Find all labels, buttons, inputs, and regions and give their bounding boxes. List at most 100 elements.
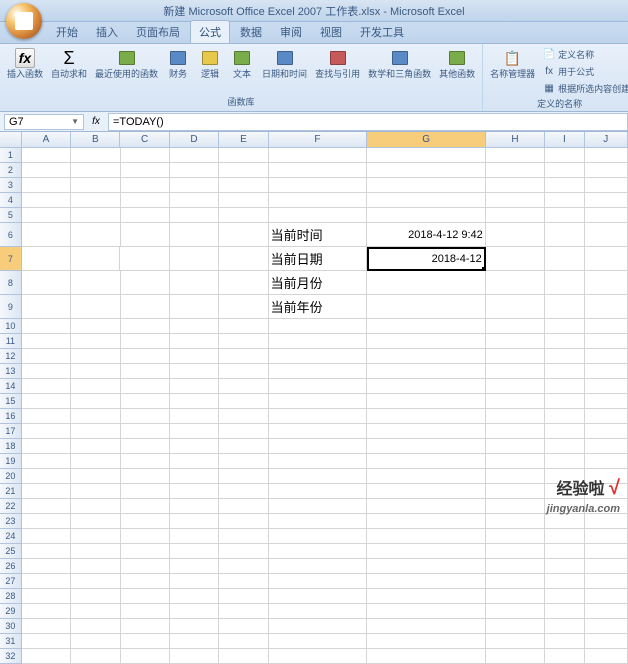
cell-G1[interactable] (367, 148, 485, 163)
cell-A14[interactable] (22, 379, 71, 394)
cell-I10[interactable] (545, 319, 585, 334)
cell-G10[interactable] (367, 319, 485, 334)
cell-A5[interactable] (22, 208, 71, 223)
row-header-24[interactable]: 24 (0, 529, 22, 544)
cell-G18[interactable] (367, 439, 485, 454)
cell-J31[interactable] (585, 634, 628, 649)
cell-A21[interactable] (22, 484, 71, 499)
cell-B20[interactable] (71, 469, 120, 484)
cell-E10[interactable] (219, 319, 268, 334)
cell-B18[interactable] (71, 439, 120, 454)
financial-button[interactable]: 财务 (163, 46, 193, 81)
cell-A25[interactable] (22, 544, 71, 559)
row-header-21[interactable]: 21 (0, 484, 22, 499)
cell-I30[interactable] (545, 619, 585, 634)
cell-H2[interactable] (486, 163, 545, 178)
row-header-17[interactable]: 17 (0, 424, 22, 439)
cell-A8[interactable] (22, 271, 71, 295)
cell-C32[interactable] (121, 649, 170, 664)
cell-D20[interactable] (170, 469, 219, 484)
cell-A16[interactable] (22, 409, 71, 424)
cell-H28[interactable] (486, 589, 545, 604)
tab-dev[interactable]: 开发工具 (352, 21, 412, 43)
cell-J13[interactable] (585, 364, 628, 379)
cell-D27[interactable] (170, 574, 219, 589)
cell-F16[interactable] (269, 409, 368, 424)
tab-layout[interactable]: 页面布局 (128, 21, 188, 43)
cell-B25[interactable] (71, 544, 120, 559)
cell-G32[interactable] (367, 649, 485, 664)
row-header-23[interactable]: 23 (0, 514, 22, 529)
cell-J10[interactable] (585, 319, 628, 334)
cell-B31[interactable] (71, 634, 120, 649)
cell-I5[interactable] (545, 208, 585, 223)
cell-J6[interactable] (585, 223, 628, 247)
cell-C1[interactable] (121, 148, 170, 163)
tab-formulas[interactable]: 公式 (190, 20, 230, 43)
fx-button[interactable]: fx (88, 114, 104, 130)
cell-B19[interactable] (71, 454, 120, 469)
cell-F19[interactable] (269, 454, 368, 469)
cell-B26[interactable] (71, 559, 120, 574)
cell-G30[interactable] (367, 619, 485, 634)
cell-J3[interactable] (585, 178, 628, 193)
cell-E19[interactable] (219, 454, 268, 469)
cell-E30[interactable] (219, 619, 268, 634)
cell-J2[interactable] (585, 163, 628, 178)
cell-D26[interactable] (170, 559, 219, 574)
cell-B30[interactable] (71, 619, 120, 634)
cell-E26[interactable] (219, 559, 268, 574)
cell-F4[interactable] (269, 193, 368, 208)
row-header-20[interactable]: 20 (0, 469, 22, 484)
cell-J15[interactable] (585, 394, 628, 409)
row-header-14[interactable]: 14 (0, 379, 22, 394)
cell-G12[interactable] (367, 349, 485, 364)
cell-G29[interactable] (367, 604, 485, 619)
cell-E16[interactable] (219, 409, 268, 424)
cell-B12[interactable] (71, 349, 120, 364)
cell-C13[interactable] (121, 364, 170, 379)
cell-D11[interactable] (170, 334, 219, 349)
cell-E21[interactable] (219, 484, 268, 499)
cell-C12[interactable] (121, 349, 170, 364)
row-header-2[interactable]: 2 (0, 163, 22, 178)
from-selection-button[interactable]: ▦根据所选内容创建 (540, 80, 628, 96)
cell-A9[interactable] (22, 295, 71, 319)
cell-D32[interactable] (170, 649, 219, 664)
cell-D23[interactable] (170, 514, 219, 529)
column-header-F[interactable]: F (269, 132, 368, 147)
cell-E31[interactable] (219, 634, 268, 649)
cell-A7[interactable] (22, 247, 71, 271)
cell-I7[interactable] (545, 247, 585, 271)
cell-D18[interactable] (170, 439, 219, 454)
cell-H4[interactable] (486, 193, 545, 208)
cell-F24[interactable] (269, 529, 368, 544)
cell-C10[interactable] (121, 319, 170, 334)
row-header-29[interactable]: 29 (0, 604, 22, 619)
cell-H25[interactable] (486, 544, 545, 559)
cell-F14[interactable] (269, 379, 368, 394)
cell-C31[interactable] (121, 634, 170, 649)
cell-C11[interactable] (121, 334, 170, 349)
cell-I11[interactable] (545, 334, 585, 349)
cell-F31[interactable] (269, 634, 368, 649)
name-box-dropdown-icon[interactable]: ▼ (71, 117, 79, 126)
cell-G27[interactable] (367, 574, 485, 589)
cell-A26[interactable] (22, 559, 71, 574)
cell-F7[interactable]: 当前日期 (269, 247, 368, 271)
column-header-I[interactable]: I (545, 132, 585, 147)
cell-E15[interactable] (219, 394, 268, 409)
cell-A22[interactable] (22, 499, 71, 514)
cell-A31[interactable] (22, 634, 71, 649)
column-header-C[interactable]: C (120, 132, 169, 147)
cell-F17[interactable] (269, 424, 368, 439)
cell-D2[interactable] (170, 163, 219, 178)
row-header-11[interactable]: 11 (0, 334, 22, 349)
text-button[interactable]: 文本 (227, 46, 257, 81)
cell-C14[interactable] (121, 379, 170, 394)
cell-C22[interactable] (121, 499, 170, 514)
use-formula-button[interactable]: fx用于公式 (540, 63, 628, 79)
cell-E2[interactable] (219, 163, 268, 178)
tab-data[interactable]: 数据 (232, 21, 270, 43)
row-header-27[interactable]: 27 (0, 574, 22, 589)
